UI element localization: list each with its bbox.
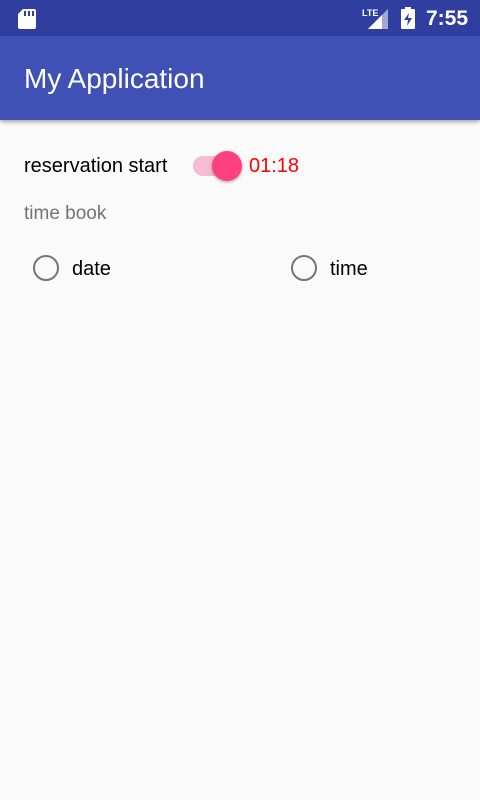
date-radio-button[interactable]: date: [30, 252, 230, 288]
app-title: My Application: [24, 63, 205, 94]
battery-charging-icon: [401, 7, 415, 29]
network-type-label: LTE: [362, 8, 378, 18]
main-content: reservation start 01:18 time book date t…: [0, 120, 480, 800]
reservation-timer: 01:18: [249, 155, 300, 177]
time-book-label: time book: [24, 203, 107, 224]
sd-card-icon: [18, 9, 36, 29]
time-radio-label: time: [330, 258, 368, 280]
status-clock: 7:55: [426, 7, 469, 30]
date-radio-label: date: [72, 258, 111, 280]
radio-unchecked-icon: [33, 255, 59, 281]
status-bar: LTE 7:55: [0, 0, 480, 36]
app-bar: My Application: [0, 36, 480, 120]
reservation-toggle-switch[interactable]: [192, 151, 244, 181]
switch-thumb: [212, 151, 242, 181]
lte-signal-icon: LTE: [362, 8, 388, 29]
time-radio-button[interactable]: time: [288, 252, 468, 288]
reservation-switch-label: reservation start: [24, 155, 168, 177]
radio-unchecked-icon: [291, 255, 317, 281]
